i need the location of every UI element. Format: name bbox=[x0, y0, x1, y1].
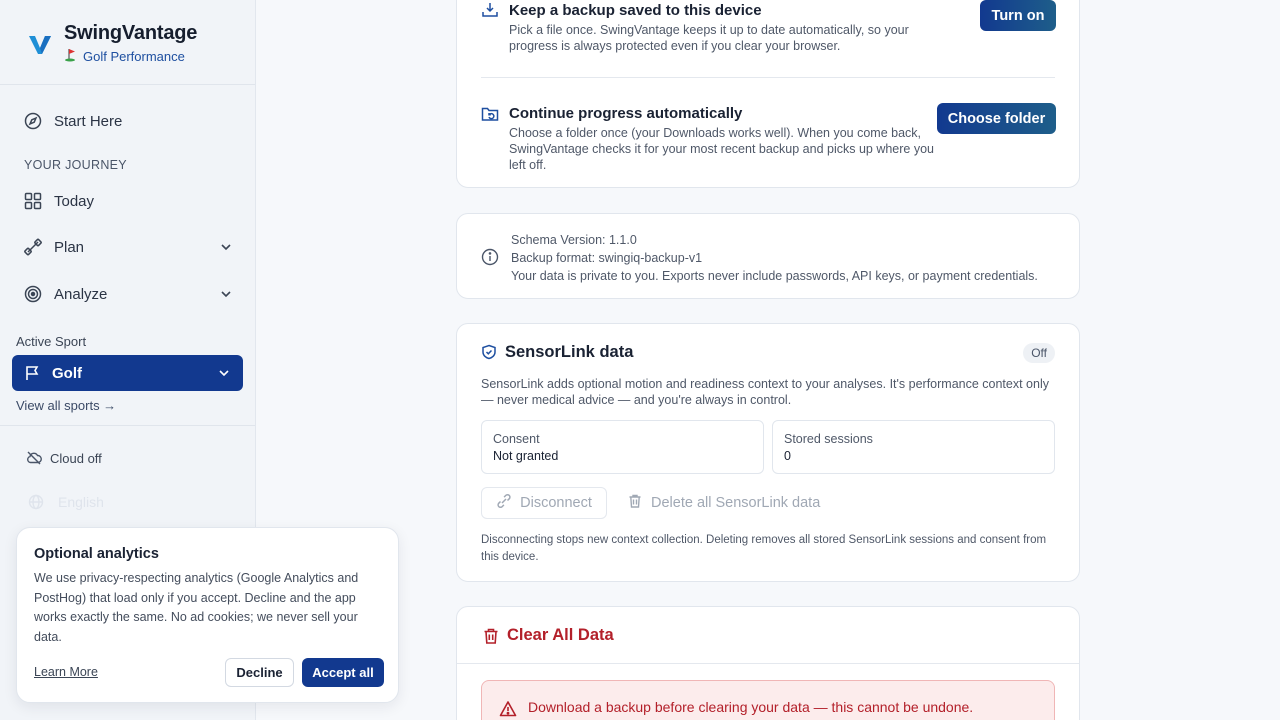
learn-more-link[interactable]: Learn More bbox=[34, 665, 98, 679]
backup-save-desc: Pick a file once. SwingVantage keeps it … bbox=[509, 23, 909, 53]
compass-icon bbox=[24, 112, 42, 130]
turn-on-button[interactable]: Turn on bbox=[980, 0, 1056, 31]
warning-icon bbox=[499, 700, 517, 718]
consent-stat: Consent Not granted bbox=[481, 420, 764, 474]
nav-analyze[interactable]: Analyze bbox=[12, 276, 243, 312]
cloud-off-icon bbox=[26, 450, 42, 466]
chevron-down-icon bbox=[217, 366, 231, 380]
schema-version: Schema Version: 1.1.0 bbox=[511, 233, 637, 247]
active-sport-select[interactable]: Golf bbox=[12, 355, 243, 391]
nav-today[interactable]: Today bbox=[12, 183, 243, 219]
language-selector[interactable]: English bbox=[28, 494, 104, 510]
globe-icon bbox=[28, 494, 44, 510]
trash-icon bbox=[482, 627, 500, 645]
active-sport-label: Active Sport bbox=[16, 334, 87, 349]
cloud-status[interactable]: Cloud off bbox=[26, 450, 102, 466]
consent-body: We use privacy-respecting analytics (Goo… bbox=[34, 571, 359, 644]
stored-sessions-stat: Stored sessions 0 bbox=[772, 420, 1055, 474]
continue-progress-desc: Choose a folder once (your Downloads wor… bbox=[509, 126, 934, 172]
view-all-sports-link[interactable]: View all sports → bbox=[16, 398, 116, 413]
download-device-icon bbox=[481, 1, 499, 19]
dashboard-icon bbox=[24, 192, 42, 210]
info-icon bbox=[481, 248, 499, 266]
delete-sensorlink-button[interactable]: Delete all SensorLink data bbox=[627, 487, 820, 519]
sensorlink-desc: SensorLink adds optional motion and read… bbox=[481, 377, 1049, 407]
brand-subtitle: Golf Performance bbox=[64, 48, 197, 65]
schema-info-card: Schema Version: 1.1.0 Backup format: swi… bbox=[456, 213, 1080, 299]
schema-info-text: Schema Version: 1.1.0 Backup format: swi… bbox=[511, 231, 1038, 285]
continue-progress-title: Continue progress automatically bbox=[509, 105, 743, 122]
backup-format: Backup format: swingiq-backup-v1 bbox=[511, 251, 703, 265]
disconnect-button[interactable]: Disconnect bbox=[481, 487, 607, 519]
folder-sync-icon bbox=[481, 105, 499, 123]
status-badge: Off bbox=[1023, 343, 1055, 363]
accept-all-button[interactable]: Accept all bbox=[302, 658, 384, 687]
nav-start-here[interactable]: Start Here bbox=[12, 103, 243, 139]
dumbbell-icon bbox=[24, 238, 42, 256]
sensorlink-card: SensorLink data Off SensorLink adds opti… bbox=[456, 323, 1080, 582]
decline-button[interactable]: Decline bbox=[225, 658, 294, 687]
choose-folder-button[interactable]: Choose folder bbox=[937, 103, 1056, 134]
chevron-down-icon bbox=[219, 240, 233, 254]
clear-data-title: Clear All Data bbox=[507, 626, 614, 644]
target-icon bbox=[24, 285, 42, 303]
analytics-consent-dialog: Optional analytics We use privacy-respec… bbox=[16, 527, 399, 703]
brand[interactable]: SwingVantage Golf Performance bbox=[26, 22, 197, 65]
divider bbox=[481, 77, 1055, 78]
chevron-down-icon bbox=[219, 287, 233, 301]
divider bbox=[0, 425, 255, 426]
consent-title: Optional analytics bbox=[34, 546, 159, 562]
clear-data-warning: Download a backup before clearing your d… bbox=[481, 680, 1055, 720]
logo-icon bbox=[26, 30, 54, 58]
unlink-icon bbox=[496, 493, 512, 513]
divider bbox=[0, 84, 255, 85]
backup-card: Keep a backup saved to this device Pick … bbox=[456, 0, 1080, 188]
nav-plan[interactable]: Plan bbox=[12, 229, 243, 265]
sensorlink-title: SensorLink data bbox=[505, 343, 634, 361]
golf-flag-icon bbox=[64, 48, 78, 65]
trash-icon bbox=[627, 493, 643, 513]
sensorlink-footnote: Disconnecting stops new context collecti… bbox=[481, 534, 1047, 563]
divider bbox=[457, 663, 1079, 664]
privacy-note: Your data is private to you. Exports nev… bbox=[511, 269, 1038, 283]
brand-name: SwingVantage bbox=[64, 22, 198, 44]
shield-icon bbox=[481, 344, 497, 360]
backup-save-title: Keep a backup saved to this device bbox=[509, 2, 762, 19]
section-label-journey: YOUR JOURNEY bbox=[24, 158, 127, 172]
flag-icon bbox=[24, 365, 40, 381]
clear-data-card: Clear All Data Download a backup before … bbox=[456, 606, 1080, 720]
